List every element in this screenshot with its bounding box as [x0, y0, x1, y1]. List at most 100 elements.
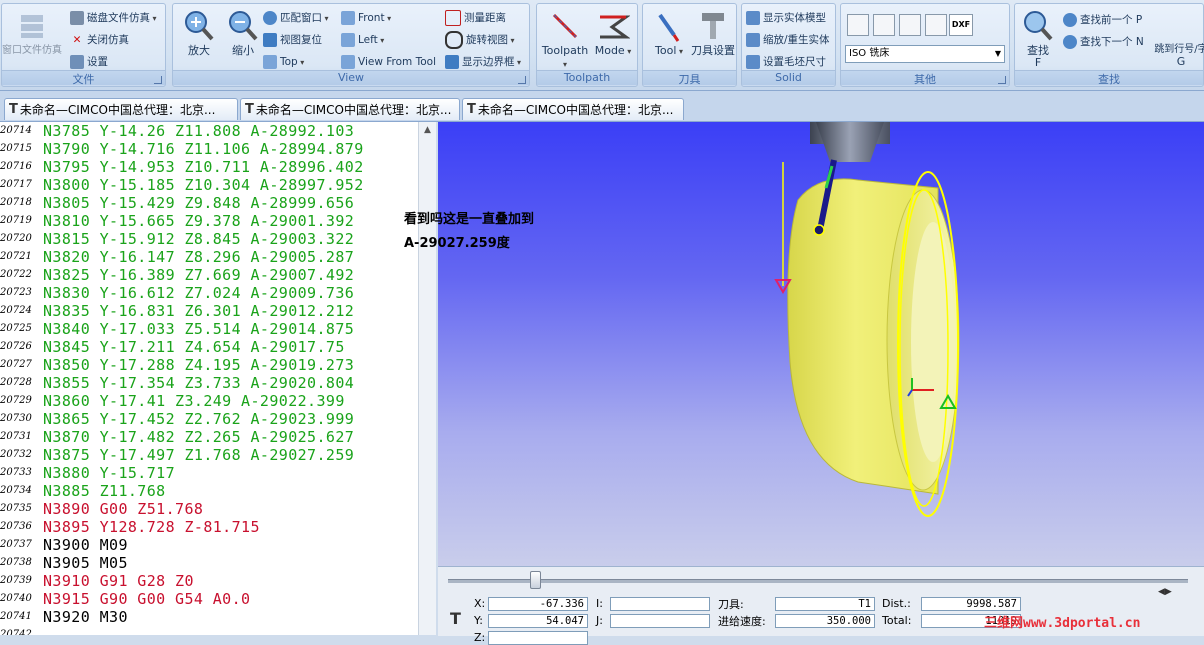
code-line[interactable]: 20720 N3815 Y-15.912 Z8.845 A-29003.322 — [0, 230, 418, 248]
code-line[interactable]: 20723 N3830 Y-16.612 Z7.024 A-29009.736 — [0, 284, 418, 302]
find-button[interactable]: 查找 F — [1015, 7, 1061, 69]
solid-icon — [746, 10, 760, 25]
j-label: J: — [596, 614, 603, 627]
other-icon-3[interactable] — [899, 14, 921, 36]
top-view-icon — [263, 54, 277, 69]
stock-size-button[interactable]: 设置毛坯尺寸 — [746, 52, 826, 71]
code-line[interactable]: 20718 N3805 Y-15.429 Z9.848 A-28999.656 — [0, 194, 418, 212]
group-find-label: 查找 — [1015, 70, 1203, 86]
group-other-launcher[interactable] — [998, 76, 1006, 84]
left-view-button[interactable]: Left — [341, 30, 384, 49]
code-line[interactable]: 20734 N3885 Z11.768 — [0, 482, 418, 500]
code-line[interactable]: 20715 N3790 Y-14.716 Z11.106 A-28994.879 — [0, 140, 418, 158]
document-tab[interactable]: T 未命名—CIMCO中国总代理：北京... — [462, 98, 684, 120]
front-view-icon — [341, 10, 355, 25]
annotation-line-1: 看到吗这是一直叠加到 — [404, 212, 535, 227]
code-line[interactable]: 20740 N3915 G90 G00 G54 A0.0 — [0, 590, 418, 608]
mode-button[interactable]: Mode — [587, 7, 639, 69]
other-icon-4[interactable] — [925, 14, 947, 36]
code-text: N3785 Y-14.26 Z11.808 A-28992.103 — [43, 122, 355, 140]
code-line[interactable]: 20741 N3920 M30 — [0, 608, 418, 626]
disk-sim-button[interactable]: 磁盘文件仿真 — [70, 8, 157, 27]
group-toolpath: Toolpath Mode Toolpath — [536, 3, 638, 87]
group-find: 查找 F 查找前一个 P 查找下一个 N 跳到行号/字 G 查找 — [1014, 3, 1204, 87]
tool-settings-button[interactable]: 刀具设置 — [687, 7, 739, 69]
line-number: 20725 — [0, 323, 32, 334]
document-tab[interactable]: T 未命名—CIMCO中国总代理：北京... — [240, 98, 460, 120]
view-from-tool-button[interactable]: View From Tool — [341, 52, 436, 71]
vertical-scrollbar[interactable]: ▲ — [418, 122, 436, 635]
find-next-icon — [1063, 34, 1077, 49]
code-line[interactable]: 20735 N3890 G00 Z51.768 — [0, 500, 418, 518]
line-number: 20721 — [0, 251, 32, 262]
machine-select[interactable]: ISO 铣床 ▼ — [845, 45, 1005, 63]
code-line[interactable]: 20729 N3860 Y-17.41 Z3.249 A-29022.399 — [0, 392, 418, 410]
code-line[interactable]: 20717 N3800 Y-15.185 Z10.304 A-28997.952 — [0, 176, 418, 194]
code-text: N3830 Y-16.612 Z7.024 A-29009.736 — [43, 284, 355, 302]
code-line[interactable]: 20737 N3900 M09 — [0, 536, 418, 554]
code-line[interactable]: 20726 N3845 Y-17.211 Z4.654 A-29017.75 — [0, 338, 418, 356]
code-line[interactable]: 20733 N3880 Y-15.717 — [0, 464, 418, 482]
code-line[interactable]: 20739 N3910 G91 G28 Z0 — [0, 572, 418, 590]
top-view-button[interactable]: Top — [263, 52, 304, 71]
code-line[interactable]: 20724 N3835 Y-16.831 Z6.301 A-29012.212 — [0, 302, 418, 320]
scroll-up-icon[interactable]: ▲ — [424, 125, 431, 135]
show-bounds-button[interactable]: 显示边界框 — [445, 52, 521, 71]
other-icon-2[interactable] — [873, 14, 895, 36]
toolpath-button[interactable]: Toolpath — [539, 7, 591, 69]
sim-progress-thumb[interactable] — [530, 571, 541, 589]
show-solid-button[interactable]: 显示实体模型 — [746, 8, 826, 27]
code-line[interactable]: 20719 N3810 Y-15.665 Z9.378 A-29001.392 — [0, 212, 418, 230]
tool-status-icon: T — [450, 609, 461, 628]
dist-value: 9998.587 — [921, 597, 1021, 611]
zoom-out-button[interactable]: 缩小 — [217, 7, 269, 69]
view-reset-button[interactable]: 视图复位 — [263, 30, 322, 49]
zoom-regen-label: 缩放/重生实体 — [763, 34, 830, 46]
code-line[interactable]: 20730 N3865 Y-17.452 Z2.762 A-29023.999 — [0, 410, 418, 428]
settings-button[interactable]: 设置 — [70, 52, 108, 71]
code-line[interactable]: 20727 N3850 Y-17.288 Z4.195 A-29019.273 — [0, 356, 418, 374]
j-value — [610, 614, 710, 628]
front-view-button[interactable]: Front — [341, 8, 391, 27]
dist-label: Dist.: — [882, 597, 911, 610]
group-file-launcher[interactable] — [154, 76, 162, 84]
cube-icon — [263, 32, 277, 47]
code-text: N3805 Y-15.429 Z9.848 A-28999.656 — [43, 194, 355, 212]
sim-progress-track[interactable] — [448, 579, 1188, 583]
code-text: N3825 Y-16.389 Z7.669 A-29007.492 — [43, 266, 355, 284]
window-sim-button[interactable]: 窗口文件仿真 — [2, 7, 62, 69]
group-tool-label: 刀具 — [643, 70, 736, 86]
simulation-viewport[interactable] — [438, 122, 1204, 566]
find-next-button[interactable]: 查找下一个 N — [1063, 32, 1144, 51]
code-line[interactable]: 20736 N3895 Y128.728 Z-81.715 — [0, 518, 418, 536]
tool-label: 刀具: — [718, 598, 744, 611]
find-prev-button[interactable]: 查找前一个 P — [1063, 10, 1142, 29]
window-sim-label: 窗口文件仿真 — [2, 45, 62, 56]
rotate-view-button[interactable]: 旋转视图 — [445, 30, 515, 49]
code-line[interactable]: 20742 — [0, 626, 418, 635]
zoom-regen-button[interactable]: 缩放/重生实体 — [746, 30, 830, 49]
tool-icon: T — [245, 102, 254, 117]
nc-code-editor[interactable]: 20714 N3785 Y-14.26 Z11.808 A-28992.103 20… — [0, 122, 436, 635]
code-line[interactable]: 20716 N3795 Y-14.953 Z10.711 A-28996.402 — [0, 158, 418, 176]
dxf-icon[interactable]: DXF — [949, 14, 973, 36]
rotate-icon — [445, 30, 463, 49]
tool-icon: T — [467, 102, 476, 117]
document-tab[interactable]: T 未命名—CIMCO中国总代理：北京... — [4, 98, 238, 120]
line-number: 20719 — [0, 215, 32, 226]
code-line[interactable]: 20728 N3855 Y-17.354 Z3.733 A-29020.804 — [0, 374, 418, 392]
close-sim-label: 关闭仿真 — [87, 34, 129, 46]
code-line[interactable]: 20725 N3840 Y-17.033 Z5.514 A-29014.875 — [0, 320, 418, 338]
code-line[interactable]: 20722 N3825 Y-16.389 Z7.669 A-29007.492 — [0, 266, 418, 284]
code-line[interactable]: 20721 N3820 Y-16.147 Z8.296 A-29005.287 — [0, 248, 418, 266]
code-line[interactable]: 20731 N3870 Y-17.482 Z2.265 A-29025.627 — [0, 428, 418, 446]
group-view-launcher[interactable] — [518, 76, 526, 84]
code-line[interactable]: 20732 N3875 Y-17.497 Z1.768 A-29027.259 — [0, 446, 418, 464]
close-sim-button[interactable]: ✕ 关闭仿真 — [70, 30, 129, 49]
code-line[interactable]: 20738 N3905 M05 — [0, 554, 418, 572]
measure-button[interactable]: 测量距离 — [445, 8, 506, 27]
fit-window-button[interactable]: 匹配窗口 — [263, 8, 329, 27]
scroll-right-icon[interactable]: ◀▶ — [1158, 587, 1172, 597]
other-icon-1[interactable] — [847, 14, 869, 36]
code-line[interactable]: 20714 N3785 Y-14.26 Z11.808 A-28992.103 — [0, 122, 418, 140]
